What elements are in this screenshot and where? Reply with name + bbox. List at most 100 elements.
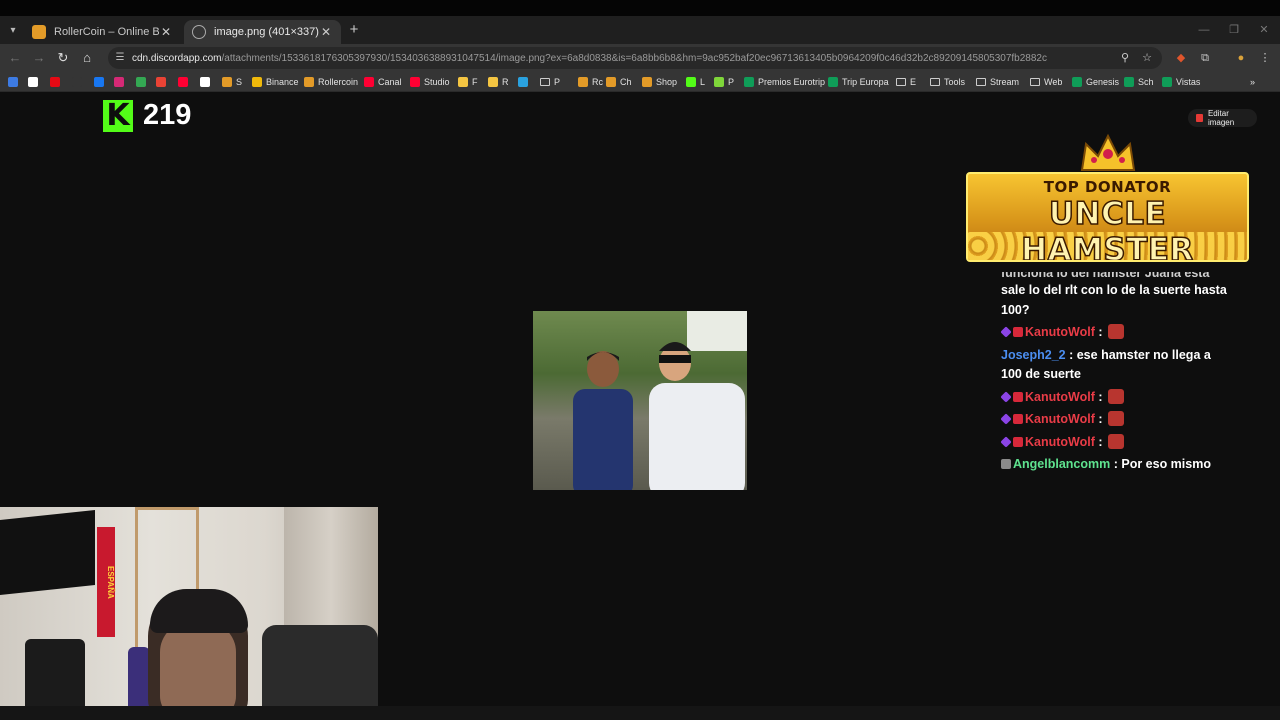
chat-separator: : [1094, 389, 1107, 404]
chat-username[interactable]: KanutoWolf [1025, 325, 1095, 339]
bookmark-item[interactable]: L [686, 75, 705, 89]
home-icon[interactable]: ⌂ [78, 49, 96, 67]
star-icon[interactable]: ☆ [1140, 51, 1154, 65]
tab-close-icon[interactable]: ✕ [159, 25, 173, 39]
tab-search-icon[interactable]: ▾ [4, 22, 22, 40]
bookmark-favicon-icon [1124, 77, 1134, 87]
bookmark-item[interactable] [200, 75, 214, 89]
extensions-puzzle-icon[interactable]: ⧉ [1198, 51, 1212, 65]
bookmark-item[interactable]: Premios Eurotrip [744, 75, 825, 89]
chat-username[interactable]: KanutoWolf [1025, 412, 1095, 426]
bookmarks-overflow-icon[interactable]: » [1250, 75, 1255, 89]
bookmark-item[interactable]: Vistas [1162, 75, 1200, 89]
bookmark-item[interactable]: P [714, 75, 734, 89]
chat-separator: : [1094, 412, 1107, 426]
close-window-icon[interactable]: ✕ [1254, 22, 1274, 38]
bookmark-item[interactable] [94, 75, 108, 89]
bookmark-item[interactable] [28, 75, 42, 89]
tab-close-icon[interactable]: ✕ [319, 25, 333, 39]
bookmark-label: Ch [620, 77, 632, 87]
bookmark-item[interactable]: Sch [1124, 75, 1154, 89]
bookmark-item[interactable]: Rollercoin [304, 75, 358, 89]
edit-image-button[interactable]: Editar imagen [1188, 109, 1257, 127]
bookmark-item[interactable]: P [540, 75, 560, 89]
bookmark-item[interactable]: Shop [642, 75, 677, 89]
chat-badge-icon [1000, 326, 1012, 338]
bookmark-item[interactable]: E [896, 75, 916, 89]
menu-kebab-icon[interactable]: ⋮ [1258, 51, 1272, 65]
reload-icon[interactable]: ↻ [54, 49, 72, 67]
bookmark-item[interactable]: Web [1030, 75, 1062, 89]
url-text: cdn.discordapp.com/attachments/153361817… [132, 52, 1047, 64]
bookmark-favicon-icon [200, 77, 210, 87]
bookmark-item[interactable]: Studio [410, 75, 450, 89]
bookmark-item[interactable]: Tools [930, 75, 965, 89]
bookmark-item[interactable]: Rc [578, 75, 603, 89]
donator-title: TOP DONATOR [1043, 178, 1172, 196]
bookmark-item[interactable]: Canal [364, 75, 402, 89]
bookmark-item[interactable]: Binance [252, 75, 299, 89]
bookmark-label: Vistas [1176, 77, 1201, 87]
bookmark-favicon-icon [28, 77, 38, 87]
bookmark-favicon-icon [518, 77, 528, 87]
globe-favicon-icon [192, 25, 206, 39]
back-icon[interactable]: ← [6, 49, 24, 67]
address-bar[interactable]: ☰ cdn.discordapp.com/attachments/1533618… [108, 47, 1162, 69]
acrobat-icon [1196, 114, 1203, 122]
bookmark-label: Trip Europa [842, 77, 889, 87]
bookmark-item[interactable]: Genesis [1072, 75, 1119, 89]
chat-badge-icon [1001, 459, 1011, 469]
bookmark-favicon-icon [1162, 77, 1172, 87]
bookmark-item[interactable] [518, 75, 532, 89]
site-info-icon[interactable]: ☰ [114, 52, 126, 64]
bookmark-item[interactable]: Trip Europa [828, 75, 889, 89]
bookmark-item[interactable]: Stream [976, 75, 1019, 89]
donator-board: TOP DONATOR UNCLE HAMSTER [966, 172, 1249, 262]
bookmark-item[interactable]: Ch [606, 75, 632, 89]
minimize-icon[interactable]: — [1194, 22, 1214, 38]
chat-username[interactable]: KanutoWolf [1025, 435, 1095, 449]
bookmark-favicon-icon [458, 77, 468, 87]
tab-rollercoin[interactable]: RollerCoin – Online Bitcoin Mi ✕ [24, 20, 181, 44]
bookmarks-bar: S Binance Rollercoin Canal Studio F R P Rc Ch Shop… [0, 72, 1280, 92]
bookmark-label: Sch [1138, 77, 1154, 87]
viewer-count: 219 [143, 99, 192, 131]
maximize-icon[interactable]: ❐ [1224, 22, 1244, 38]
bookmark-item[interactable] [136, 75, 150, 89]
folder-icon [1030, 78, 1040, 86]
bookmark-label: Genesis [1086, 77, 1120, 87]
chat-text: Por eso mismo [1121, 457, 1211, 471]
extension-fox-icon[interactable]: ◆ [1174, 51, 1188, 65]
bookmark-item[interactable] [72, 75, 86, 89]
bookmark-item[interactable] [156, 75, 170, 89]
profile-avatar-icon[interactable]: ● [1234, 51, 1248, 65]
bookmark-favicon-icon [714, 77, 724, 87]
chat-message: KanutoWolf : [1000, 388, 1231, 408]
zoom-icon[interactable]: ⚲ [1118, 51, 1132, 65]
bookmark-item[interactable] [8, 75, 22, 89]
forward-icon[interactable]: → [30, 49, 48, 67]
bookmark-label: Binance [266, 77, 299, 87]
bookmark-favicon-icon [606, 77, 616, 87]
bookmark-item[interactable]: S [222, 75, 242, 89]
chat-username[interactable]: KanutoWolf [1025, 390, 1095, 404]
bookmark-item[interactable]: F [458, 75, 478, 89]
bookmark-item[interactable] [50, 75, 64, 89]
bookmark-favicon-icon [642, 77, 652, 87]
bookmark-item[interactable] [114, 75, 128, 89]
bookmark-favicon-icon [178, 77, 188, 87]
bookmark-item[interactable]: R [488, 75, 509, 89]
chat-badge-icon [1013, 391, 1023, 402]
bookmark-item[interactable] [178, 75, 192, 89]
bookmark-label: Premios Eurotrip [758, 77, 826, 87]
bookmark-favicon-icon [828, 77, 838, 87]
crown-icon [1080, 133, 1136, 171]
plus-icon[interactable]: + [346, 22, 362, 38]
bookmark-label: F [472, 77, 478, 87]
bookmark-favicon-icon [304, 77, 314, 87]
tab-image-png[interactable]: image.png (401×337) ✕ [184, 20, 341, 44]
bookmark-favicon-icon [114, 77, 124, 87]
chat-message: Joseph2_2 : ese hamster no llega a 100 d… [1001, 346, 1231, 385]
chat-username[interactable]: Joseph2_2 [1001, 348, 1066, 362]
chat-username[interactable]: Angelblancomm [1013, 457, 1110, 471]
